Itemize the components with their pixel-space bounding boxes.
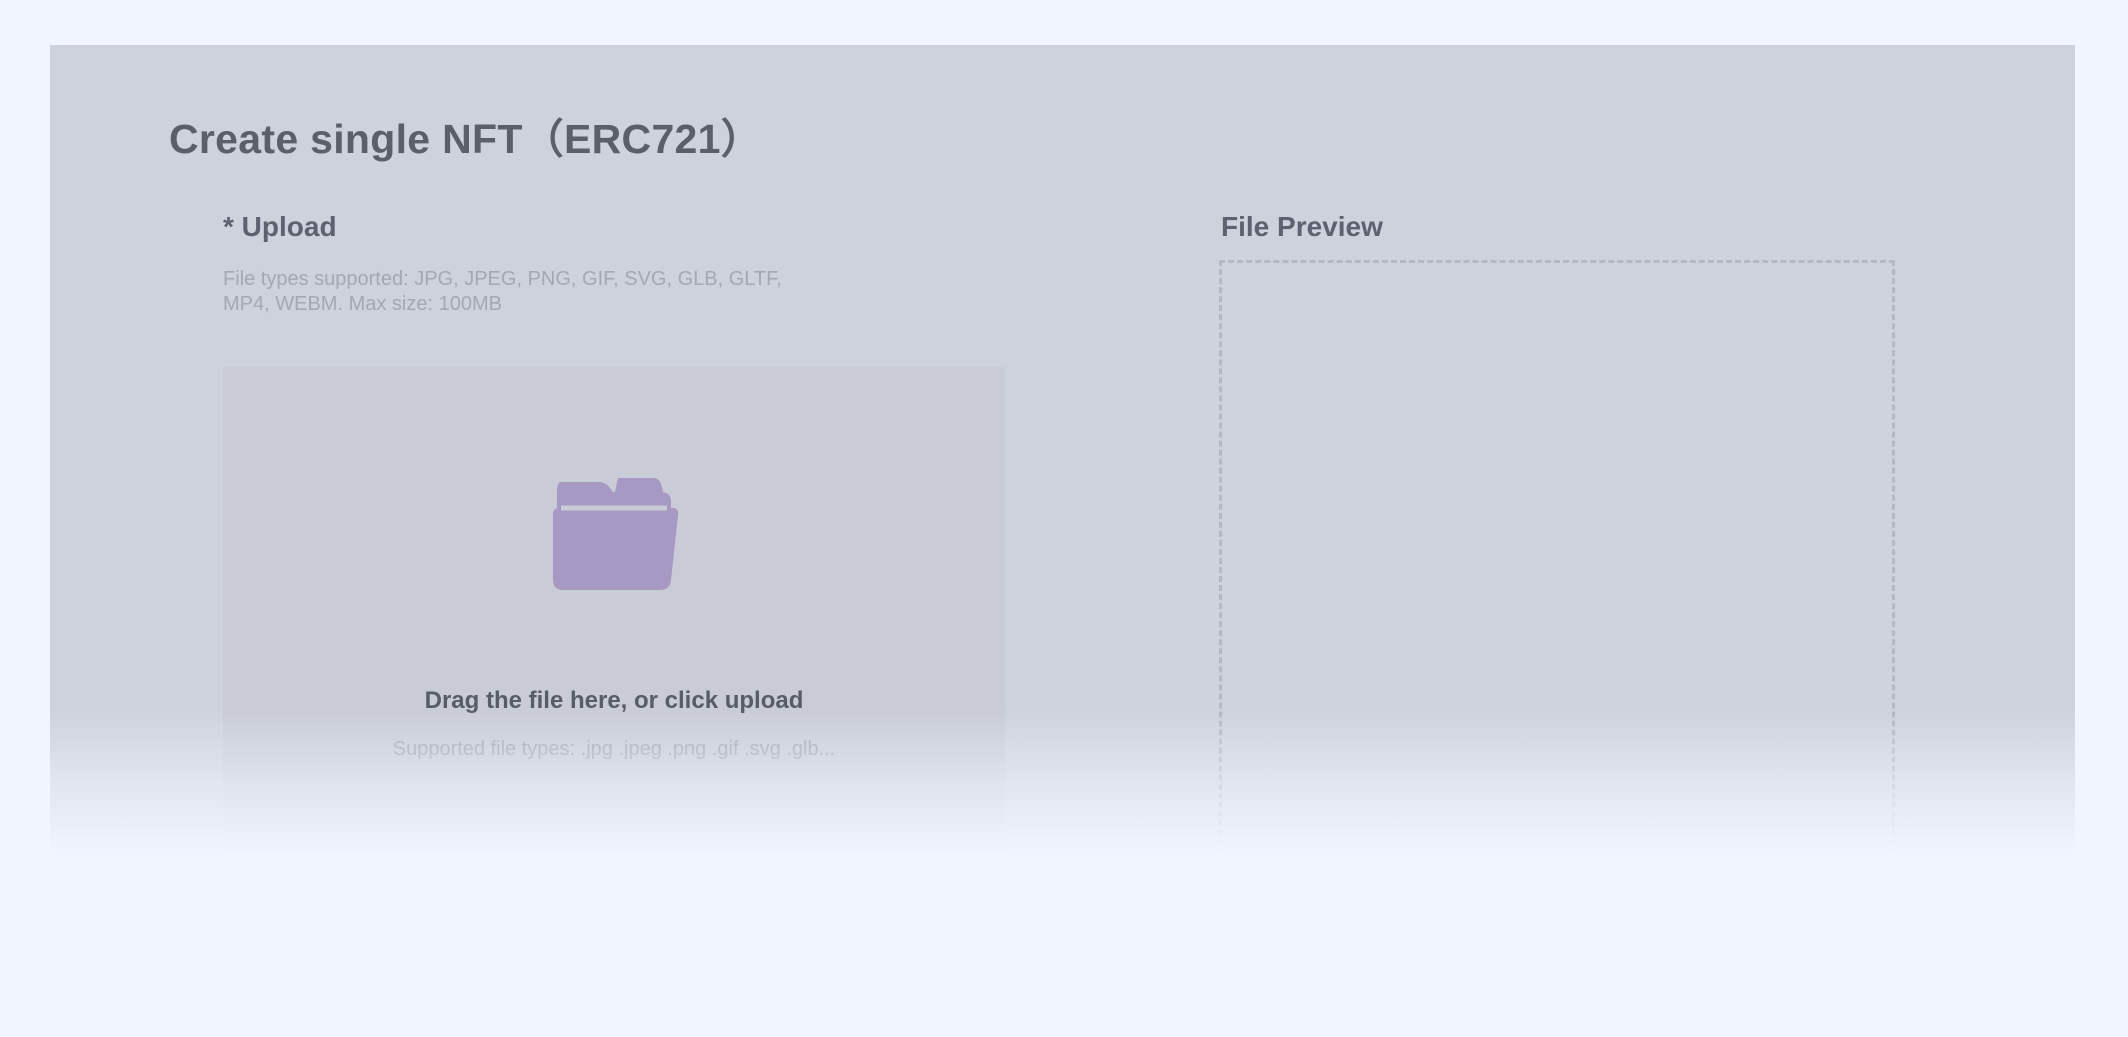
- page-title: Create single NFT（ERC721）: [169, 116, 763, 162]
- file-preview-area: [1219, 260, 1895, 855]
- file-preview-label: File Preview: [1221, 211, 1383, 242]
- folder-icon: [553, 478, 679, 590]
- create-nft-card: Create single NFT（ERC721） * Upload File …: [50, 45, 2075, 855]
- upload-file-types-hint: File types supported: JPG, JPEG, PNG, GI…: [223, 268, 782, 315]
- upload-dropzone[interactable]: Drag the file here, or click upload Supp…: [223, 367, 1005, 855]
- dropzone-supported-types: Supported file types: .jpg .jpeg .png .g…: [392, 738, 836, 760]
- upload-label: * Upload: [223, 211, 337, 242]
- dropzone-title: Drag the file here, or click upload: [424, 687, 804, 714]
